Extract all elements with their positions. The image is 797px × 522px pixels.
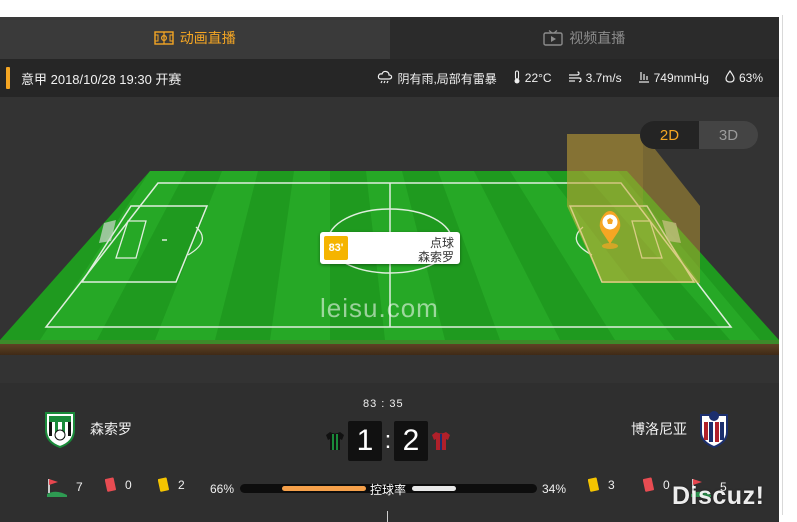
home-corners: 7 [76, 480, 83, 494]
view-toggle: 2D 3D [640, 121, 758, 149]
tab-video-live[interactable]: 视频直播 [389, 17, 779, 59]
humidity-icon [725, 69, 735, 86]
away-red-stat: 0 [643, 477, 670, 493]
footer-watermark: Discuz! [672, 482, 765, 510]
event-team: 森索罗 [417, 250, 454, 264]
weather-info: 阴有雨,局部有雷暴 22°C 3.7m/s 749mmHg 63% [377, 69, 763, 87]
home-corners-stat: 7 [46, 477, 83, 497]
center-tick [387, 511, 388, 522]
live-tabs: 动画直播 视频直播 [0, 17, 779, 59]
away-yellow-stat: 3 [588, 477, 615, 493]
live-match-widget: 动画直播 视频直播 意甲 2018/10/28 19:30 开赛 阴有雨,局部有… [0, 0, 779, 522]
match-info: 意甲 2018/10/28 19:30 开赛 [21, 71, 182, 87]
away-score: 2 [394, 421, 428, 461]
event-popup: 83' 点球 森索罗 [320, 232, 460, 264]
home-kit-icon [323, 431, 347, 451]
score-display: 1 : 2 [322, 421, 454, 461]
away-kit-icon [429, 431, 453, 451]
toggle-3d[interactable]: 3D [699, 121, 758, 149]
weather-condition: 阴有雨,局部有雷暴 [397, 71, 497, 86]
pitch-icon [154, 31, 174, 45]
match-info-bar: 意甲 2018/10/28 19:30 开赛 阴有雨,局部有雷暴 22°C 3.… [0, 59, 779, 97]
home-red-stat: 0 [105, 477, 132, 493]
score-separator: : [384, 427, 392, 454]
away-team: 博洛尼亚 [631, 410, 729, 448]
humidity: 63% [738, 71, 763, 85]
event-minute: 83' [324, 236, 348, 260]
yellow-card-icon [158, 477, 169, 492]
corner-flag-icon [47, 479, 67, 497]
yellow-card-icon [588, 477, 599, 492]
wind-speed: 3.7m/s [585, 71, 622, 85]
home-red-cards: 0 [125, 478, 132, 492]
home-yellow-cards: 2 [178, 478, 185, 492]
red-card-icon [643, 477, 654, 492]
scoreboard: 森索罗 83 : 35 1 : 2 博洛尼亚 7 0 2 66% 控球率 34%… [0, 383, 779, 522]
tab-video-label: 视频直播 [569, 30, 626, 46]
pressure-icon [638, 71, 650, 86]
home-possession: 66% [210, 482, 235, 496]
match-clock: 83 : 35 [363, 398, 404, 410]
cloud-rain-icon [377, 70, 393, 87]
away-yellow-cards: 3 [608, 478, 615, 492]
away-red-cards: 0 [663, 478, 670, 492]
away-possession-fill [412, 486, 456, 491]
home-team: 森索罗 [42, 410, 132, 448]
site-watermark: leisu.com [320, 293, 439, 323]
away-possession: 34% [542, 482, 567, 496]
thermometer-icon [513, 69, 521, 87]
home-score: 1 [348, 421, 382, 461]
red-card-icon [105, 477, 116, 492]
bologna-crest-icon [700, 411, 728, 448]
page-margin [779, 0, 797, 522]
tv-icon [543, 30, 563, 46]
pitch-area: 2D 3D 83' 点球 森索罗 leisu.com [0, 97, 779, 383]
away-team-name: 博洛尼亚 [631, 421, 687, 437]
accent-marker [6, 67, 10, 89]
home-team-name: 森索罗 [90, 421, 132, 437]
sassuolo-crest-icon [45, 412, 75, 448]
wind-icon [568, 70, 582, 86]
home-possession-fill [282, 486, 366, 491]
home-yellow-stat: 2 [158, 477, 185, 493]
tab-animation-live[interactable]: 动画直播 [0, 17, 390, 59]
tab-animation-label: 动画直播 [179, 30, 236, 46]
top-margin [0, 0, 779, 17]
possession-label: 控球率 [370, 483, 407, 497]
pressure: 749mmHg [653, 71, 709, 85]
ball-marker-icon [599, 211, 621, 249]
match-stats: 7 0 2 66% 控球率 34% 3 0 5 [0, 473, 779, 503]
temperature: 22°C [524, 71, 552, 85]
toggle-2d[interactable]: 2D [640, 121, 699, 149]
